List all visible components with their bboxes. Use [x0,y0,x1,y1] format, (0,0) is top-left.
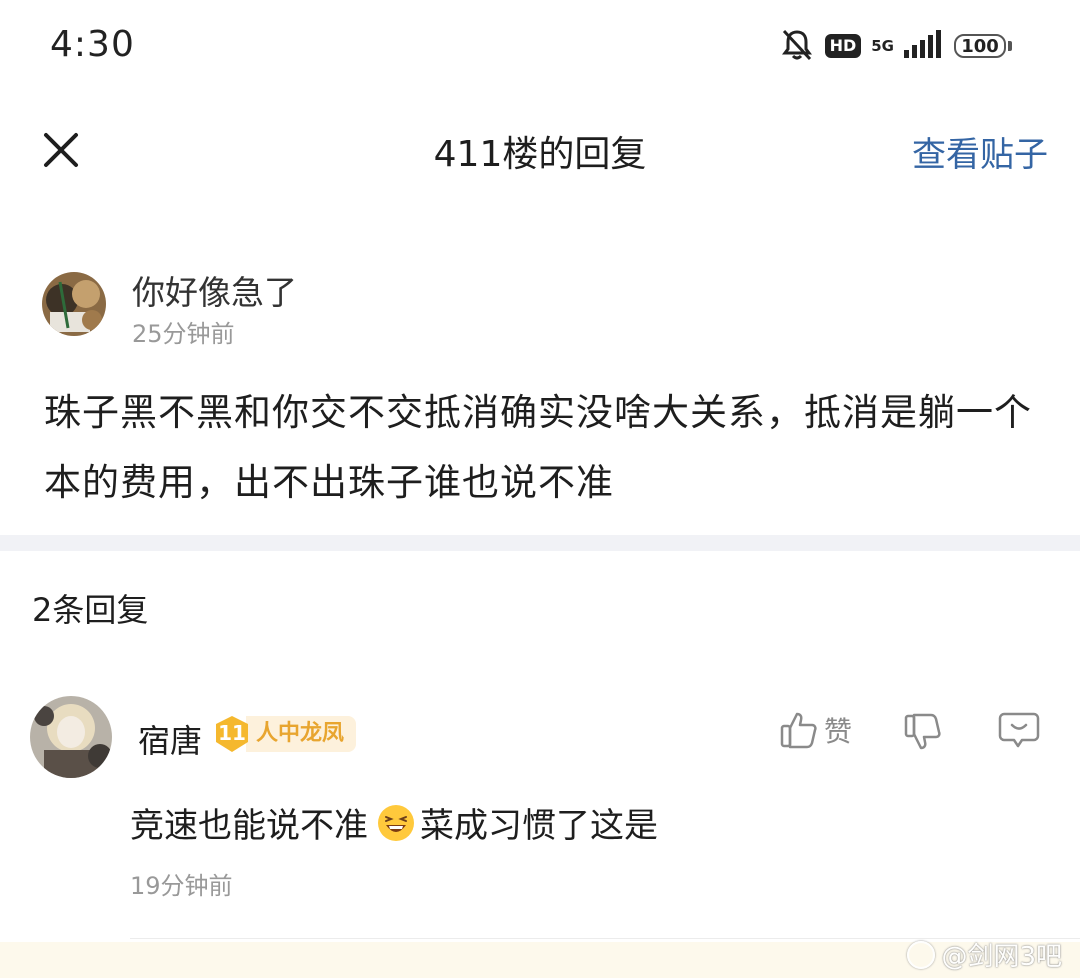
battery-icon: 100 [954,34,1012,58]
comment-icon [998,712,1040,748]
like-label: 赞 [824,715,853,748]
thumbs-up-icon [780,712,817,749]
reply-text-part1: 竞速也能说不准 [130,806,368,846]
level-badge[interactable]: 11 人中龙凤 [214,714,357,754]
watermark-text: @剑网3吧 [941,942,1062,972]
like-button[interactable]: 赞 [780,710,852,750]
author-name[interactable]: 你好像急了 [132,266,297,314]
reply-time: 19分钟前 [130,872,233,900]
status-icons: HD 5G 100 [779,26,1012,66]
5g-icon: 5G [871,37,894,55]
avatar[interactable] [30,696,112,778]
signal-icon [904,30,944,62]
reply-item: 宿唐 11 人中龙凤 赞 竞速也能说不准 菜成习惯了这是 19分钟前 [0,690,1080,950]
reply-author-name[interactable]: 宿唐 [138,716,202,762]
level-number: 11 [218,721,246,745]
laughing-emoji-icon [376,803,416,843]
status-time: 4:30 [50,24,135,65]
post-time: 25分钟前 [132,320,235,348]
top-nav-bar: 411楼的回复 查看贴子 [0,95,1080,205]
comment-button[interactable] [998,710,1040,754]
reply-content: 竞速也能说不准 菜成习惯了这是 [130,798,658,847]
thumbs-down-icon [904,713,941,750]
battery-level: 100 [954,34,1006,58]
watermark-logo-icon [907,940,936,969]
dislike-button[interactable] [904,712,942,756]
level-number-badge: 11 [214,714,250,754]
status-bar: 4:30 HD 5G 100 [0,0,1080,95]
view-post-link[interactable]: 查看贴子 [912,127,1048,176]
hd-icon: HD [824,34,862,58]
bell-off-icon [779,26,815,66]
watermark: @剑网3吧 [907,936,1062,973]
level-title: 人中龙凤 [246,716,357,752]
floor-post: 你好像急了 25分钟前 珠子黑不黑和你交不交抵消确实没啥大关系，抵消是躺一个本的… [0,230,1080,535]
avatar[interactable] [42,272,106,336]
post-content: 珠子黑不黑和你交不交抵消确实没啥大关系，抵消是躺一个本的费用，出不出珠子谁也说不… [44,391,1032,504]
section-divider [0,535,1080,551]
reply-count: 2条回复 [32,591,149,629]
reply-text-part2: 菜成习惯了这是 [420,806,658,846]
